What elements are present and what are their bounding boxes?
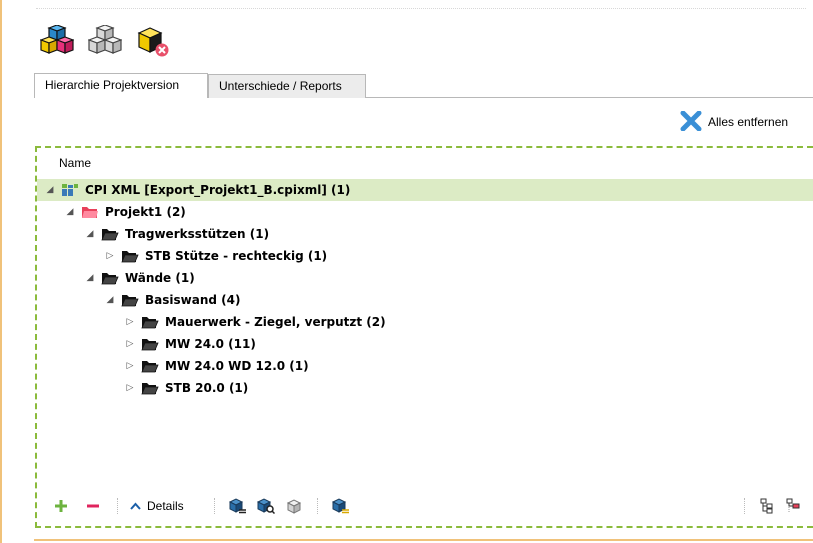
collapsed-triangle-icon[interactable]: ▷ [125, 339, 135, 349]
add-icon[interactable] [49, 496, 73, 516]
tab-hierarchie-projektversion[interactable]: Hierarchie Projektversion [34, 73, 208, 98]
window-bottom-edge [34, 539, 813, 541]
tree-expand-icon[interactable] [757, 496, 777, 516]
cpi-xml-icon [61, 183, 79, 197]
collapsed-triangle-icon[interactable]: ▷ [125, 361, 135, 371]
folder-open-icon [141, 315, 159, 329]
tree-item-label: Projekt1 (2) [105, 205, 186, 219]
cube-remove-icon[interactable] [136, 24, 170, 58]
folder-open-icon [141, 337, 159, 351]
tree-item-label: STB Stütze - rechteckig (1) [145, 249, 328, 263]
gray-cubes-icon[interactable] [88, 24, 122, 58]
remove-icon[interactable] [81, 496, 105, 516]
app-window: Hierarchie Projektversion Unterschiede /… [0, 0, 813, 543]
tree-item-label: MW 24.0 WD 12.0 (1) [165, 359, 309, 373]
tree-item-label: Tragwerksstützen (1) [125, 227, 270, 241]
project-tree: ◢ CPI XML [Export_Projekt1_B.cpixml] (1) ◢… [37, 179, 813, 399]
name-column-header[interactable]: Name [59, 156, 91, 170]
window-edge [0, 0, 2, 543]
tree-item[interactable]: ▷ MW 24.0 WD 12.0 (1) [37, 355, 813, 377]
tree-panel: Name ◢ CPI XML [Export_Projekt1_B.cpixml]… [35, 146, 813, 528]
bottom-toolbar: Details [37, 494, 813, 518]
toolbar-separator [213, 498, 215, 514]
main-toolbar [40, 18, 170, 64]
details-button[interactable]: Details [130, 496, 184, 516]
tree-item[interactable]: ▷ MW 24.0 (11) [37, 333, 813, 355]
tree-item-label: Wände (1) [125, 271, 195, 285]
tree-item-label: Basiswand (4) [145, 293, 241, 307]
element-edit-icon[interactable] [330, 496, 352, 516]
tree-item[interactable]: ◢ Tragwerksstützen (1) [37, 223, 813, 245]
remove-all-label: Alles entfernen [708, 115, 789, 129]
close-icon [680, 110, 702, 134]
toolbar-separator [744, 498, 745, 514]
details-label: Details [147, 499, 184, 513]
folder-open-icon [121, 249, 139, 263]
chevron-up-icon [130, 499, 141, 513]
collapsed-triangle-icon[interactable]: ▷ [125, 317, 135, 327]
expanded-triangle-icon[interactable]: ◢ [105, 295, 115, 305]
folder-red-icon [81, 205, 99, 219]
tree-item[interactable]: ▷ STB 20.0 (1) [37, 377, 813, 399]
tab-unterschiede-reports[interactable]: Unterschiede / Reports [208, 74, 366, 98]
tree-item-label: STB 20.0 (1) [165, 381, 249, 395]
tree-item[interactable]: ◢ Wände (1) [37, 267, 813, 289]
expanded-triangle-icon[interactable]: ◢ [85, 229, 95, 239]
element-list-icon[interactable] [227, 496, 249, 516]
expanded-triangle-icon[interactable]: ◢ [45, 185, 55, 195]
folder-open-icon [141, 381, 159, 395]
tree-item[interactable]: ◢ Basiswand (4) [37, 289, 813, 311]
tree-item[interactable]: ▷ Mauerwerk - Ziegel, verputzt (2) [37, 311, 813, 333]
tab-bar: Hierarchie Projektversion Unterschiede /… [34, 72, 813, 98]
top-divider [36, 8, 806, 9]
cube-outline-icon[interactable] [283, 496, 305, 516]
element-search-icon[interactable] [255, 496, 277, 516]
toolbar-separator [316, 498, 318, 514]
tree-item[interactable]: ◢ CPI XML [Export_Projekt1_B.cpixml] (1) [37, 179, 813, 201]
toolbar-separator [117, 498, 118, 514]
folder-open-icon [141, 359, 159, 373]
folder-open-icon [121, 293, 139, 307]
collapsed-triangle-icon[interactable]: ▷ [105, 251, 115, 261]
folder-open-icon [101, 271, 119, 285]
expanded-triangle-icon[interactable]: ◢ [65, 207, 75, 217]
tree-item-label: Mauerwerk - Ziegel, verputzt (2) [165, 315, 386, 329]
tree-item[interactable]: ◢ Projekt1 (2) [37, 201, 813, 223]
tree-collapse-icon[interactable] [783, 496, 803, 516]
colored-cubes-icon[interactable] [40, 24, 74, 58]
folder-open-icon [101, 227, 119, 241]
expanded-triangle-icon[interactable]: ◢ [85, 273, 95, 283]
collapsed-triangle-icon[interactable]: ▷ [125, 383, 135, 393]
tree-item-label: MW 24.0 (11) [165, 337, 256, 351]
remove-all-button[interactable]: Alles entfernen [680, 110, 788, 134]
tree-item[interactable]: ▷ STB Stütze - rechteckig (1) [37, 245, 813, 267]
tree-item-label: CPI XML [Export_Projekt1_B.cpixml] (1) [85, 183, 351, 197]
